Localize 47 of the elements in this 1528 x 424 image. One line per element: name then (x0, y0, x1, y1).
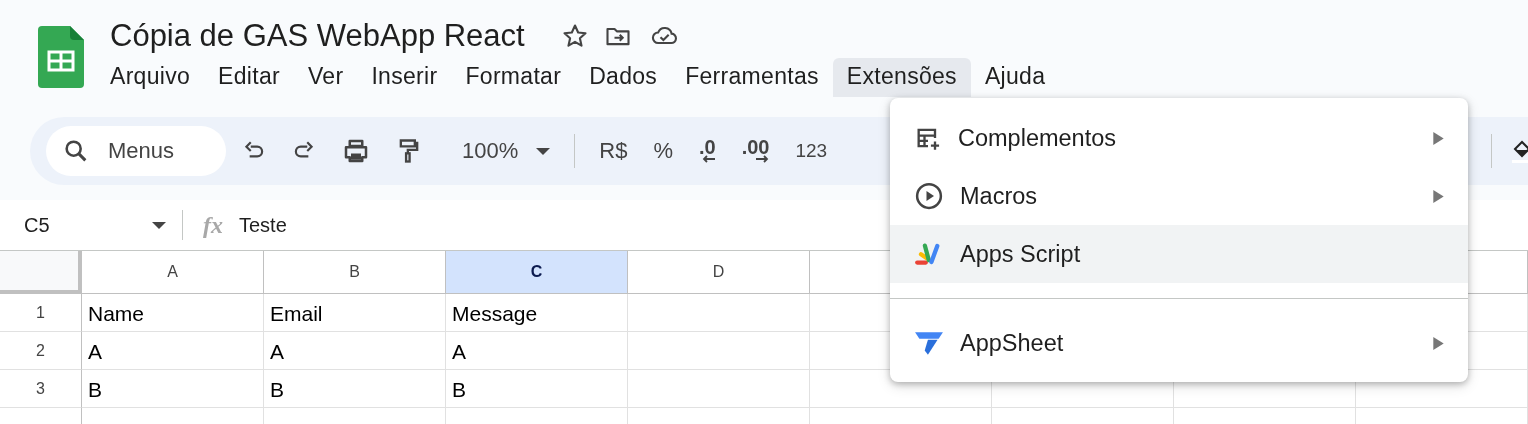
percent-button[interactable]: % (643, 138, 683, 164)
cell-reference[interactable]: C5 (24, 213, 152, 237)
appsheet-logo-icon (914, 330, 944, 356)
column-header[interactable]: A (82, 251, 264, 294)
zoom-dropdown[interactable]: 100% (452, 138, 561, 164)
formula-value[interactable]: Teste (239, 213, 287, 237)
menu-option[interactable]: Apps Script (890, 225, 1468, 283)
increase-decimals-button[interactable]: .00 (731, 139, 780, 163)
sheets-logo-icon[interactable] (38, 26, 84, 88)
play-circle-icon (914, 181, 944, 211)
menu-option[interactable]: AppSheet (890, 314, 1468, 372)
document-title[interactable]: Cópia de GAS WebApp React (110, 18, 525, 54)
table-cell: A (446, 332, 628, 370)
table-cell: A (82, 332, 264, 370)
number-format-button[interactable]: 123 (785, 140, 838, 162)
row-header[interactable]: 3 (0, 370, 82, 408)
right-arrow-icon (755, 155, 770, 163)
table-cell: B (264, 370, 446, 408)
menu-item[interactable]: Formatar (451, 58, 576, 97)
menu-item[interactable]: Arquivo (96, 58, 205, 97)
menu-item[interactable]: Dados (575, 58, 672, 97)
table-cell: A (264, 332, 446, 370)
column-header[interactable]: D (628, 251, 810, 294)
table-cell: Message (446, 294, 628, 332)
column-header[interactable]: B (264, 251, 446, 294)
menu-option[interactable]: Complementos (890, 109, 1468, 167)
search-field[interactable]: Menus (46, 126, 226, 176)
function-label: fx (203, 211, 223, 239)
menu-item[interactable]: Editar (204, 58, 294, 97)
menu-item[interactable]: Extensões (832, 58, 971, 97)
left-arrow-icon (701, 155, 716, 163)
menu-item[interactable]: Ver (294, 58, 358, 97)
decrease-decimals-button[interactable]: .0 (688, 139, 726, 163)
table-cell: B (82, 370, 264, 408)
menu-option[interactable]: Macros (890, 167, 1468, 225)
menu-item[interactable]: Ferramentas (671, 58, 833, 97)
caret-icon (536, 147, 551, 155)
table-cell: Email (264, 294, 446, 332)
table-cell: Name (82, 294, 264, 332)
caret-icon[interactable] (152, 221, 166, 229)
table-cell: B (446, 370, 628, 408)
currency-button[interactable]: R$ (589, 138, 638, 164)
menu-item[interactable]: Ajuda (970, 58, 1060, 97)
column-header[interactable]: C (446, 251, 628, 294)
row-header[interactable]: 2 (0, 332, 82, 370)
menu-item[interactable]: Inserir (357, 58, 452, 97)
row-header[interactable]: 1 (0, 294, 82, 332)
